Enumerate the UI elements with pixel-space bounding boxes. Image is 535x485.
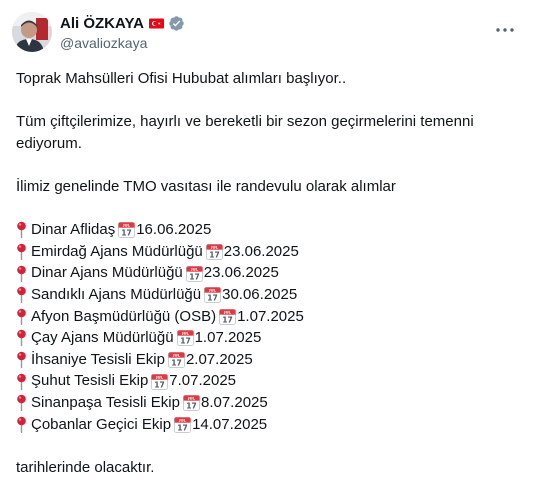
- date-text: 23.06.2025: [223, 242, 299, 260]
- round-pushpin-icon: [17, 308, 26, 325]
- round-pushpin-icon: [17, 394, 26, 412]
- avatar[interactable]: [12, 12, 52, 52]
- calendar-icon: JUL 17: [176, 330, 194, 347]
- list-item: Şuhut Tesisli Ekip JUL 17 7.07.2025: [16, 370, 516, 392]
- calendar-icon: JUL 17: [205, 243, 223, 261]
- date-text: 14.07.2025: [192, 415, 268, 433]
- place-name: İhsaniye Tesisli Ekip: [31, 350, 165, 368]
- svg-text:JUL: JUL: [223, 310, 231, 314]
- more-options-button[interactable]: [491, 20, 519, 40]
- svg-text:17: 17: [121, 229, 132, 238]
- list-item: İhsaniye Tesisli Ekip JUL 17 2.07.2025: [16, 349, 516, 371]
- author-handle[interactable]: @avaliozkaya: [60, 34, 185, 52]
- list-item: Çobanlar Geçici Ekip JUL 17 14.07.2025: [16, 414, 516, 436]
- svg-text:17: 17: [209, 251, 220, 260]
- list-item: Sandıklı Ajans Müdürlüğü JUL 17 30.06.20…: [16, 284, 516, 306]
- round-pushpin-icon: [17, 265, 26, 282]
- post-card: Ali ÖZKAYA @avaliozkaya Toprak Mahsüller…: [0, 0, 535, 485]
- list-item: Çay Ajans Müdürlüğü JUL 17 1.07.2025: [16, 327, 516, 349]
- svg-text:17: 17: [222, 315, 233, 324]
- list-item: Sinanpaşa Tesisli Ekip JUL 17 8.07.2025: [16, 392, 516, 414]
- round-pushpin-icon: [17, 243, 26, 261]
- calendar-icon: JUL 17: [219, 308, 237, 325]
- svg-text:JUL: JUL: [122, 224, 130, 228]
- svg-text:JUL: JUL: [181, 332, 189, 336]
- post-text: Toprak Mahsülleri Ofisi Hububat alımları…: [16, 68, 516, 478]
- calendar-icon: JUL 17: [182, 395, 200, 412]
- svg-text:JUL: JUL: [190, 267, 198, 271]
- date-text: 7.07.2025: [169, 372, 237, 390]
- svg-text:JUL: JUL: [210, 246, 218, 250]
- avatar-image: [12, 12, 52, 52]
- place-name: Şuhut Tesisli Ekip: [31, 372, 149, 390]
- svg-text:17: 17: [177, 423, 188, 432]
- author-name[interactable]: Ali ÖZKAYA: [60, 14, 144, 33]
- place-name: Dinar Ajans Müdürlüğü: [31, 264, 183, 282]
- svg-text:17: 17: [180, 337, 191, 346]
- date-text: 1.07.2025: [237, 307, 304, 325]
- svg-text:JUL: JUL: [155, 375, 163, 379]
- list-item: Dinar Ajans Müdürlüğü JUL 17 23.06.2025: [16, 262, 516, 284]
- round-pushpin-icon: [17, 286, 26, 304]
- place-name: Dinar Aflidaş: [31, 221, 116, 239]
- list-item: Emirdağ Ajans Müdürlüğü JUL 17 23.06.202…: [16, 241, 516, 263]
- svg-text:17: 17: [171, 359, 182, 368]
- list-item: Afyon Başmüdürlüğü (OSB) JUL 17 1.07.202…: [16, 306, 516, 328]
- calendar-icon: JUL 17: [185, 265, 203, 282]
- post-lead: İlimiz genelinde TMO vasıtası ile randev…: [16, 177, 396, 195]
- place-name: Afyon Başmüdürlüğü (OSB): [31, 307, 217, 325]
- place-name: Sinanpaşa Tesisli Ekip: [31, 393, 180, 411]
- post-header: Ali ÖZKAYA @avaliozkaya: [12, 12, 523, 56]
- svg-text:17: 17: [189, 272, 200, 281]
- place-name: Sandıklı Ajans Müdürlüğü: [31, 285, 202, 303]
- date-text: 1.07.2025: [194, 329, 262, 347]
- post-wish: Tüm çiftçilerimize, hayırlı ve bereketli…: [16, 113, 474, 152]
- date-text: 8.07.2025: [200, 393, 268, 411]
- place-name: Emirdağ Ajans Müdürlüğü: [31, 242, 203, 260]
- svg-text:JUL: JUL: [187, 397, 195, 401]
- schedule-list: Dinar Aflidaş JUL 17 16.06.2025 Emirdağ …: [16, 219, 516, 435]
- calendar-icon: JUL 17: [167, 351, 185, 369]
- date-text: 2.07.2025: [185, 350, 253, 368]
- round-pushpin-icon: [17, 222, 26, 239]
- calendar-icon: JUL 17: [204, 287, 222, 304]
- calendar-icon: JUL 17: [151, 373, 169, 390]
- verified-badge-icon[interactable]: [168, 15, 185, 32]
- round-pushpin-icon: [17, 351, 26, 369]
- svg-text:17: 17: [186, 402, 197, 411]
- round-pushpin-icon: [17, 416, 26, 433]
- post-outro: tarihlerinde olacaktır.: [16, 458, 155, 476]
- place-name: Çobanlar Geçici Ekip: [31, 415, 172, 433]
- place-name: Çay Ajans Müdürlüğü: [31, 329, 174, 347]
- post-intro: Toprak Mahsülleri Ofisi Hububat alımları…: [16, 70, 347, 87]
- svg-text:17: 17: [155, 380, 166, 389]
- svg-text:JUL: JUL: [208, 289, 216, 293]
- svg-text:JUL: JUL: [172, 354, 180, 358]
- calendar-icon: JUL 17: [118, 222, 136, 239]
- turkey-flag-icon: [148, 18, 164, 29]
- calendar-icon: JUL 17: [174, 416, 192, 433]
- list-item: Dinar Aflidaş JUL 17 16.06.2025: [16, 219, 516, 241]
- date-text: 16.06.2025: [136, 221, 212, 239]
- svg-text:17: 17: [207, 294, 218, 303]
- date-text: 30.06.2025: [222, 285, 298, 303]
- round-pushpin-icon: [17, 330, 26, 347]
- round-pushpin-icon: [17, 373, 26, 390]
- more-horizontal-icon: [496, 28, 514, 32]
- author-block: Ali ÖZKAYA @avaliozkaya: [60, 14, 185, 52]
- date-text: 23.06.2025: [203, 264, 279, 282]
- svg-text:JUL: JUL: [178, 418, 186, 422]
